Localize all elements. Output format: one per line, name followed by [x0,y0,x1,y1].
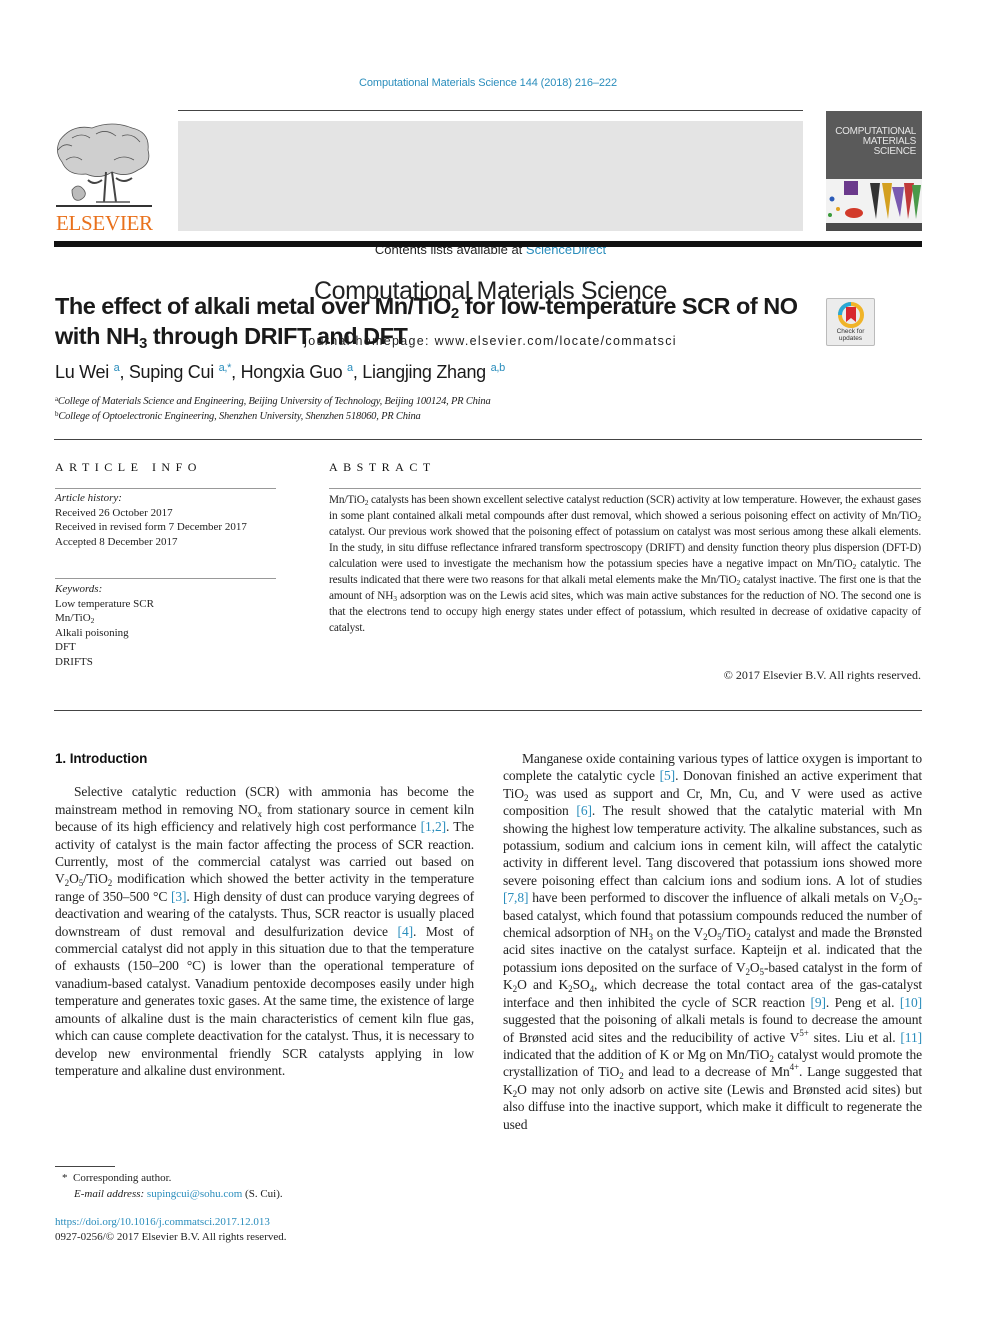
keywords-label: Keywords: [55,583,103,595]
history-label: Article history: [55,492,122,504]
masthead-divider [54,241,922,247]
abstract-bottom-divider [54,710,922,711]
corresponding-author-note: * Corresponding author. [62,1172,172,1184]
cover-artwork [826,179,922,223]
history-item: Received in revised form 7 December 2017 [55,521,247,533]
running-head-citation[interactable]: Computational Materials Science 144 (201… [0,77,976,89]
keyword-item: Mn/TiO2 [55,612,95,625]
citation-link[interactable]: [7,8] [503,890,528,905]
cover-footer [826,223,922,231]
author-name[interactable]: Lu Wei [55,362,109,382]
keyword-item: Low temperature SCR [55,597,154,610]
cover-title: COMPUTATIONAL MATERIALS SCIENCE [835,127,916,157]
abstract-body: Mn/TiO2 catalysts has been shown excelle… [329,494,921,634]
citation-link[interactable]: [5] [660,768,676,783]
footnote-rule [55,1166,115,1167]
abstract-heading: ABSTRACT [329,460,436,474]
email-note: E-mail address: supingcui@sohu.com (S. C… [74,1188,283,1200]
check-updates-label: Check for updates [836,328,865,342]
tree-icon [56,123,152,207]
author-name[interactable]: Hongxia Guo [241,362,343,382]
abstract-divider [329,488,921,489]
doi-link[interactable]: https://doi.org/10.1016/j.commatsci.2017… [55,1215,287,1230]
paragraph: Manganese oxide containing various types… [503,751,923,1132]
paragraph: Selective catalytic reduction (SCR) with… [55,784,475,1078]
elsevier-wordmark: ELSEVIER [56,211,153,235]
keyword-item: DRIFTS [55,655,93,668]
keywords-divider [55,578,276,579]
author-affiliation-mark[interactable]: a,* [219,362,232,374]
body-column-left: 1. Introduction Selective catalytic redu… [55,750,474,1079]
article-title: The effect of alkali metal over Mn/TiO2 … [55,293,798,352]
citation-link[interactable]: [9] [810,995,826,1010]
keyword-item: Alkali poisoning [55,626,129,639]
keyword-item: DFT [55,641,76,653]
keywords: Keywords: Low temperature SCR Mn/TiO2 Al… [55,582,154,669]
check-updates-icon [838,302,864,328]
author-list: Lu Wei a, Suping Cui a,*, Hongxia Guo a,… [55,362,506,382]
issn-copyright: 0927-0256/© 2017 Elsevier B.V. All right… [55,1231,287,1243]
author-affiliation-mark[interactable]: a [114,362,120,374]
check-for-updates-button[interactable]: Check for updates [826,298,875,346]
article-info-heading: ARTICLE INFO [55,460,202,474]
history-item: Received 26 October 2017 [55,506,173,519]
journal-cover-thumbnail[interactable]: COMPUTATIONAL MATERIALS SCIENCE [826,111,922,231]
journal-masthead: Contents lists available at ScienceDirec… [178,121,803,348]
abstract-copyright: © 2017 Elsevier B.V. All rights reserved… [723,668,921,682]
affiliation-b: bCollege of Optoelectronic Engineering, … [55,410,421,422]
body-column-right: Manganese oxide containing various types… [503,750,922,1133]
citation-link[interactable]: [11] [900,1030,922,1045]
email-link[interactable]: supingcui@sohu.com [147,1188,242,1200]
section-heading-introduction: 1. Introduction [55,751,148,766]
header-divider [54,439,922,440]
cover-title-line: SCIENCE [873,146,917,157]
article-info-divider [55,488,276,489]
citation-link[interactable]: [6] [576,803,592,818]
citation-link[interactable]: [10] [900,995,922,1010]
affiliation-a: aCollege of Materials Science and Engine… [55,395,491,407]
author-affiliation-mark[interactable]: a,b [491,362,506,374]
footnotes: * Corresponding author. E-mail address: … [62,1170,283,1202]
doi-block: https://doi.org/10.1016/j.commatsci.2017… [55,1215,287,1245]
history-item: Accepted 8 December 2017 [55,535,178,548]
citation-link[interactable]: [3] [171,889,187,904]
article-history: Article history: Received 26 October 201… [55,491,247,549]
top-rule [178,110,803,111]
citation-link[interactable]: [4] [398,924,414,939]
author-affiliation-mark[interactable]: a [347,362,353,374]
author-name[interactable]: Liangjing Zhang [362,362,486,382]
author-name[interactable]: Suping Cui [129,362,214,382]
citation-link[interactable]: [1,2] [421,819,446,834]
